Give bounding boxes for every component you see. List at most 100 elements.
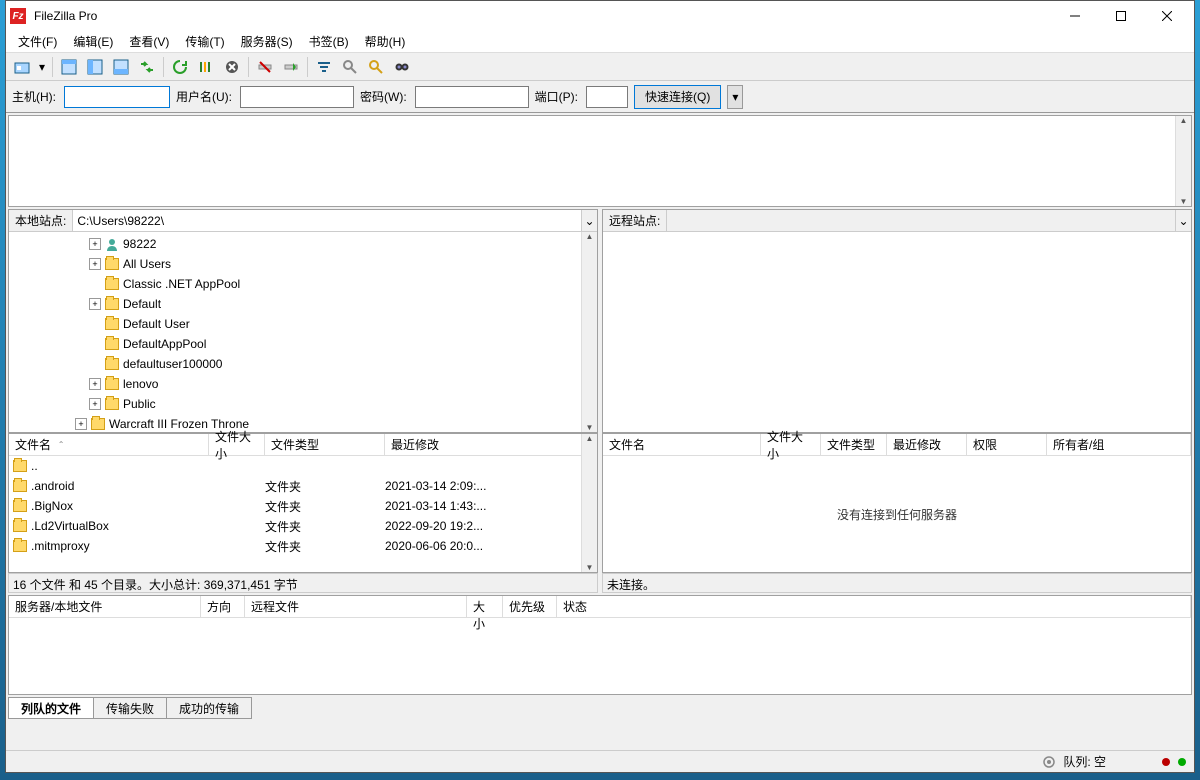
- menu-bookmarks[interactable]: 书签(B): [301, 31, 357, 52]
- file-row[interactable]: .mitmproxy文件夹2020-06-06 20:0...: [9, 536, 597, 556]
- qcol-size[interactable]: 大小: [467, 596, 503, 617]
- tree-item-label: All Users: [123, 257, 171, 271]
- expand-icon: [89, 278, 101, 290]
- remote-path-dropdown[interactable]: ⌄: [1175, 210, 1191, 231]
- expand-icon[interactable]: +: [89, 258, 101, 270]
- maximize-button[interactable]: [1098, 1, 1144, 31]
- menu-edit[interactable]: 编辑(E): [65, 31, 121, 52]
- menu-view[interactable]: 查看(V): [121, 31, 177, 52]
- tab-failed[interactable]: 传输失败: [93, 697, 167, 719]
- tree-item[interactable]: + All Users: [9, 254, 597, 274]
- qcol-prio[interactable]: 优先级: [503, 596, 557, 617]
- file-row[interactable]: .Ld2VirtualBox文件夹2022-09-20 19:2...: [9, 516, 597, 536]
- folder-icon: [105, 318, 119, 330]
- expand-icon[interactable]: +: [89, 398, 101, 410]
- expand-icon[interactable]: +: [89, 378, 101, 390]
- menu-transfer[interactable]: 传输(T): [177, 31, 232, 52]
- tree-item[interactable]: +Default: [9, 294, 597, 314]
- menu-server[interactable]: 服务器(S): [233, 31, 301, 52]
- sync-browse-icon[interactable]: [135, 55, 159, 79]
- tree-item[interactable]: DefaultAppPool: [9, 334, 597, 354]
- filter-icon[interactable]: [312, 55, 336, 79]
- toggle-queue-icon[interactable]: [109, 55, 133, 79]
- local-file-list[interactable]: 文件名 ⌃ 文件大小 文件类型 最近修改 ...android文件夹2021-0…: [8, 433, 598, 573]
- site-manager-dropdown-icon[interactable]: ▾: [36, 55, 48, 79]
- tree-item[interactable]: Classic .NET AppPool: [9, 274, 597, 294]
- local-tree[interactable]: +98222+All UsersClassic .NET AppPool+Def…: [9, 232, 597, 432]
- tree-item[interactable]: +Warcraft III Frozen Throne: [9, 414, 597, 432]
- search-icon[interactable]: [364, 55, 388, 79]
- password-input[interactable]: [415, 86, 529, 108]
- username-input[interactable]: [240, 86, 354, 108]
- cancel-icon[interactable]: [220, 55, 244, 79]
- tree-item[interactable]: +98222: [9, 234, 597, 254]
- tab-queued[interactable]: 列队的文件: [8, 697, 94, 719]
- remote-path-input[interactable]: [667, 210, 1175, 231]
- remote-empty-message: 没有连接到任何服务器: [603, 456, 1191, 572]
- log-scrollbar[interactable]: ▲▼: [1175, 116, 1191, 206]
- tree-item-label: lenovo: [123, 377, 158, 391]
- binoculars-icon[interactable]: [390, 55, 414, 79]
- tree-item-label: defaultuser100000: [123, 357, 222, 371]
- tree-item[interactable]: + lenovo: [9, 374, 597, 394]
- expand-icon: [89, 358, 101, 370]
- remote-file-list[interactable]: 文件名 文件大小 文件类型 最近修改 权限 所有者/组 没有连接到任何服务器: [602, 433, 1192, 573]
- process-queue-icon[interactable]: [194, 55, 218, 79]
- col-filesize[interactable]: 文件大小: [209, 434, 265, 455]
- tree-item[interactable]: +Public: [9, 394, 597, 414]
- expand-icon[interactable]: +: [75, 418, 87, 430]
- quickconnect-button[interactable]: 快速连接(Q): [634, 85, 721, 109]
- title-bar: Fz FileZilla Pro: [6, 1, 1194, 31]
- local-tree-scrollbar[interactable]: ▲▼: [581, 232, 597, 432]
- col-filetype[interactable]: 文件类型: [265, 434, 385, 455]
- expand-icon[interactable]: +: [89, 238, 101, 250]
- site-manager-icon[interactable]: [10, 55, 34, 79]
- tree-item[interactable]: defaultuser100000: [9, 354, 597, 374]
- compare-icon[interactable]: [338, 55, 362, 79]
- col-r-filetype[interactable]: 文件类型: [821, 434, 887, 455]
- disconnect-icon[interactable]: [253, 55, 277, 79]
- file-row[interactable]: .android文件夹2021-03-14 2:09:...: [9, 476, 597, 496]
- col-r-perm[interactable]: 权限: [967, 434, 1047, 455]
- folder-icon: [105, 298, 119, 310]
- expand-icon[interactable]: +: [89, 298, 101, 310]
- file-row[interactable]: .BigNox文件夹2021-03-14 1:43:...: [9, 496, 597, 516]
- remote-tree-panel: 远程站点: ⌄: [602, 209, 1192, 433]
- message-log[interactable]: ▲▼: [8, 115, 1192, 207]
- transfer-queue[interactable]: 服务器/本地文件 方向 远程文件 大小 优先级 状态: [8, 595, 1192, 695]
- folder-icon: [13, 540, 27, 552]
- col-modified[interactable]: 最近修改: [385, 434, 597, 455]
- reconnect-icon[interactable]: [279, 55, 303, 79]
- toggle-tree-icon[interactable]: [83, 55, 107, 79]
- menu-file[interactable]: 文件(F): [10, 31, 65, 52]
- local-path-input[interactable]: [73, 210, 581, 231]
- file-row[interactable]: ..: [9, 456, 597, 476]
- tree-item-label: DefaultAppPool: [123, 337, 206, 351]
- tree-item[interactable]: Default User: [9, 314, 597, 334]
- user-label: 用户名(U):: [176, 88, 232, 105]
- port-input[interactable]: [586, 86, 628, 108]
- remote-tree[interactable]: [603, 232, 1191, 432]
- qcol-status[interactable]: 状态: [557, 596, 1191, 617]
- col-r-modified[interactable]: 最近修改: [887, 434, 967, 455]
- qcol-server[interactable]: 服务器/本地文件: [9, 596, 201, 617]
- col-r-filesize[interactable]: 文件大小: [761, 434, 821, 455]
- toolbar: ▾: [6, 53, 1194, 81]
- host-input[interactable]: [64, 86, 170, 108]
- menu-help[interactable]: 帮助(H): [357, 31, 414, 52]
- file-name: .BigNox: [31, 499, 73, 513]
- close-button[interactable]: [1144, 1, 1190, 31]
- quickconnect-dropdown[interactable]: ▾: [727, 85, 743, 109]
- toggle-log-icon[interactable]: [57, 55, 81, 79]
- col-filename[interactable]: 文件名 ⌃: [9, 434, 209, 455]
- local-path-dropdown[interactable]: ⌄: [581, 210, 597, 231]
- qcol-dir[interactable]: 方向: [201, 596, 245, 617]
- minimize-button[interactable]: [1052, 1, 1098, 31]
- col-r-owner[interactable]: 所有者/组: [1047, 434, 1191, 455]
- refresh-icon[interactable]: [168, 55, 192, 79]
- local-list-scrollbar[interactable]: ▲▼: [581, 434, 597, 572]
- file-modified: 2020-06-06 20:0...: [385, 539, 597, 553]
- qcol-remote[interactable]: 远程文件: [245, 596, 467, 617]
- tab-success[interactable]: 成功的传输: [166, 697, 252, 719]
- col-r-filename[interactable]: 文件名: [603, 434, 761, 455]
